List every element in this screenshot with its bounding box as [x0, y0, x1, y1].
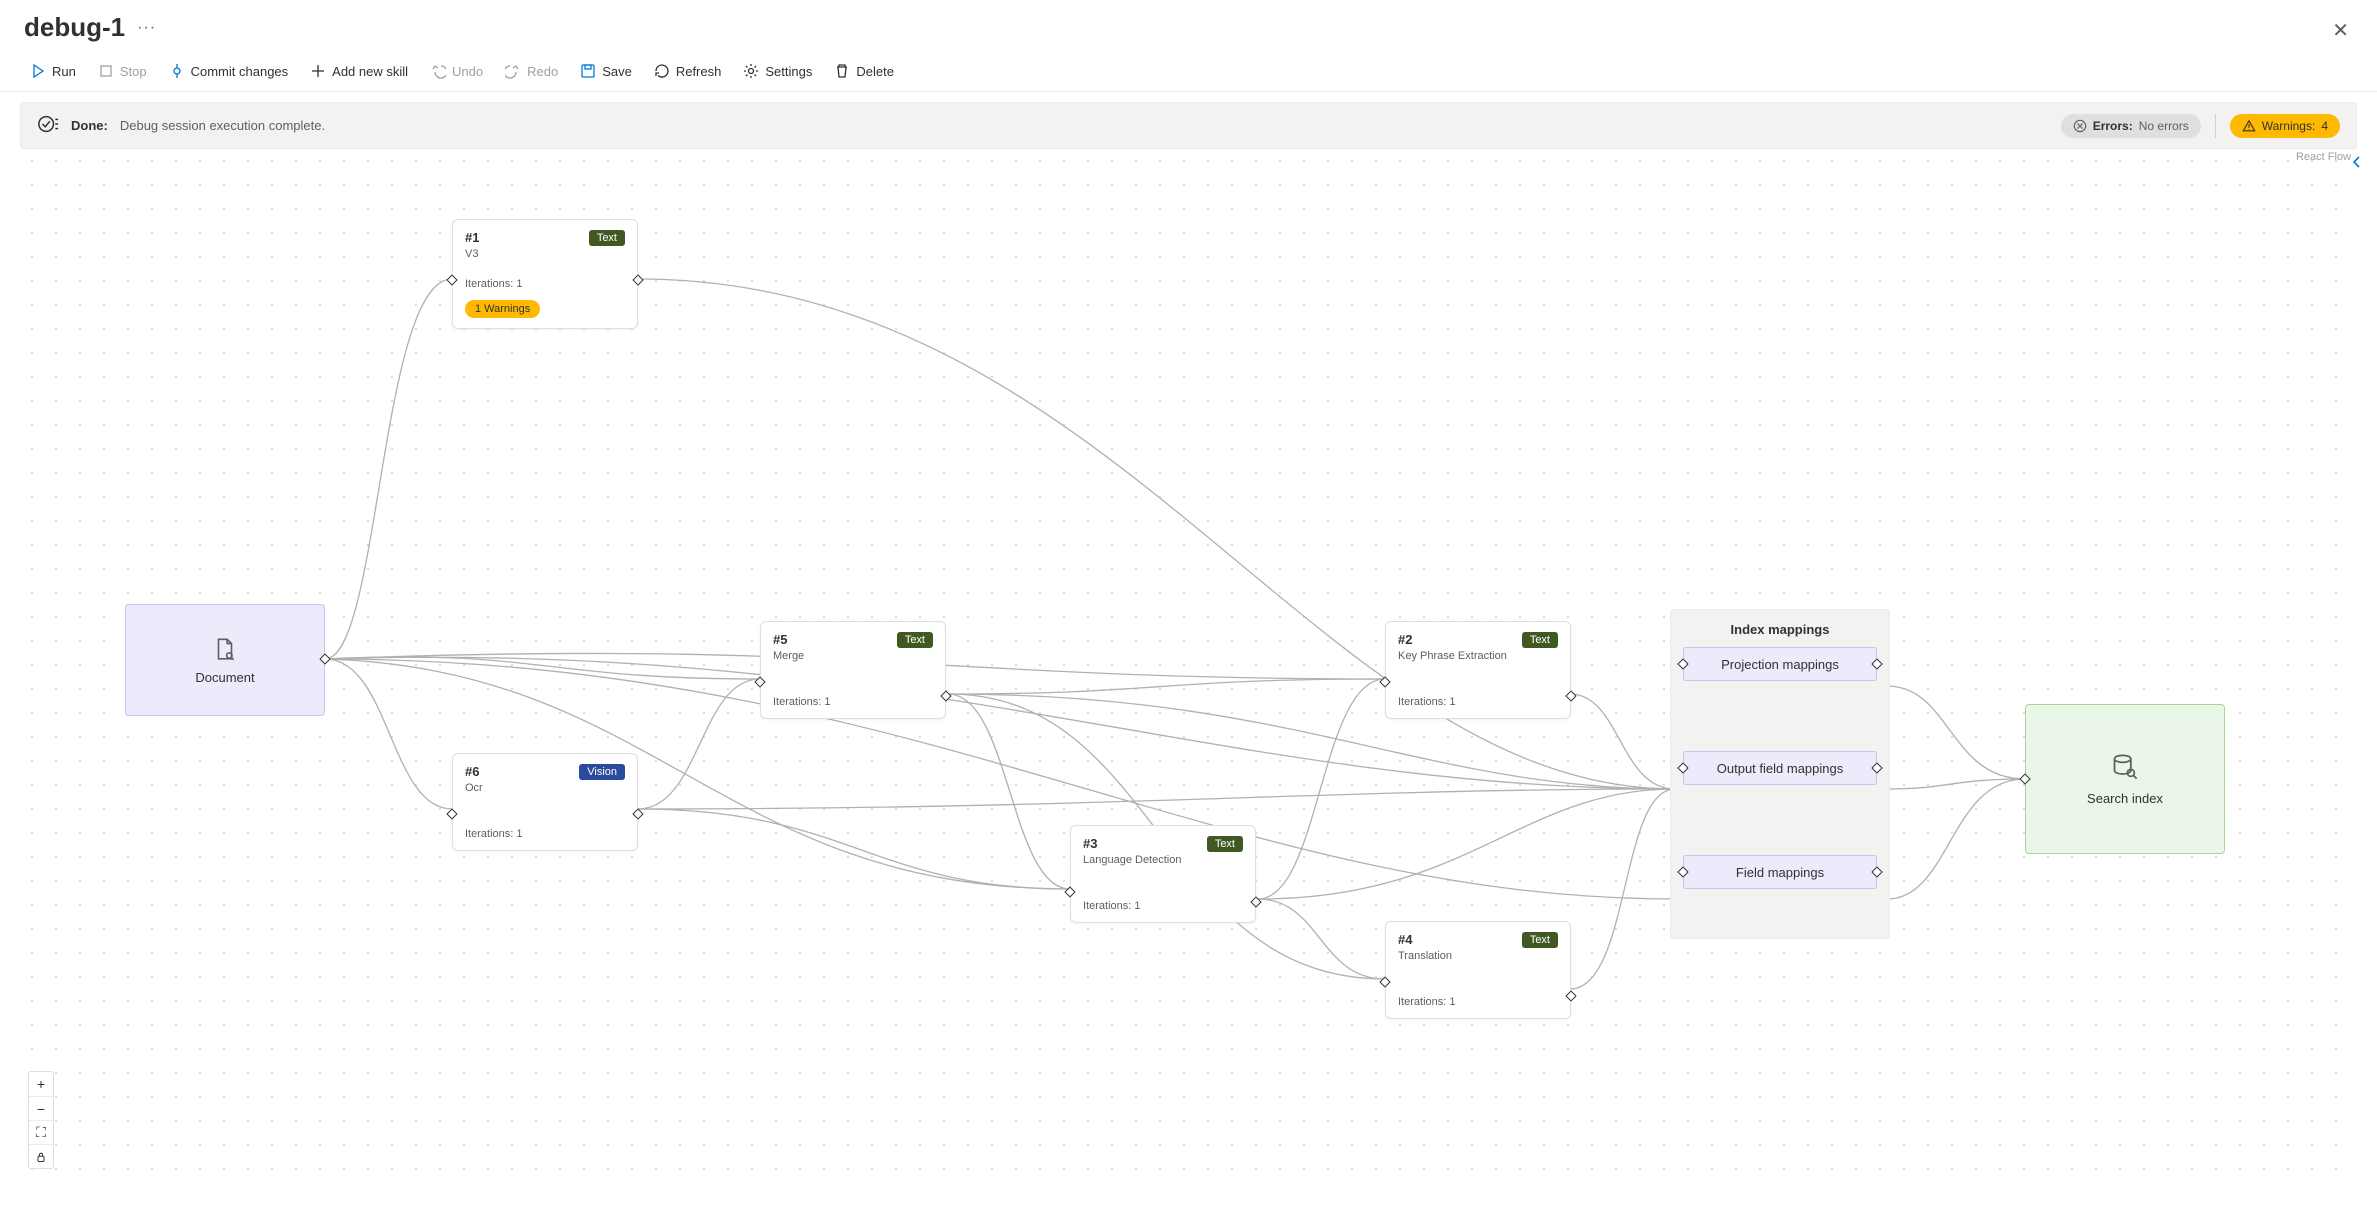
more-icon[interactable]: ··· [137, 19, 156, 37]
zoom-in-button[interactable]: + [29, 1072, 53, 1096]
trash-icon [834, 63, 850, 79]
warning-icon [2242, 119, 2256, 133]
badge-text: Text [589, 230, 625, 246]
save-button[interactable]: Save [570, 57, 642, 85]
flow-canvas[interactable]: React Flow [20, 149, 2357, 1179]
commit-button[interactable]: Commit changes [159, 57, 299, 85]
node-warning-badge: 1 Warnings [465, 300, 540, 318]
skill-node-6[interactable]: #6 Vision Ocr Iterations: 1 [452, 753, 638, 851]
redo-icon [505, 63, 521, 79]
document-icon [212, 636, 238, 662]
stop-icon [98, 63, 114, 79]
port-out[interactable] [319, 653, 330, 664]
zoom-out-button[interactable]: − [29, 1096, 53, 1120]
stop-button[interactable]: Stop [88, 57, 157, 85]
close-icon[interactable]: ✕ [2332, 18, 2349, 43]
settings-button[interactable]: Settings [733, 57, 822, 85]
field-mappings-node[interactable]: Field mappings [1683, 855, 1877, 889]
attribution: React Flow [2296, 151, 2351, 163]
refresh-button[interactable]: Refresh [644, 57, 732, 85]
badge-text: Text [1207, 836, 1243, 852]
document-node[interactable]: Document [125, 604, 325, 716]
port-out[interactable] [1871, 866, 1882, 877]
error-icon [2073, 119, 2087, 133]
add-skill-button[interactable]: Add new skill [300, 57, 418, 85]
skill-node-5[interactable]: #5 Text Merge Iterations: 1 [760, 621, 946, 719]
port-out[interactable] [1871, 762, 1882, 773]
port-in[interactable] [1677, 762, 1688, 773]
canvas-controls: + − ⛶ [28, 1071, 54, 1169]
pill-divider [2215, 114, 2216, 138]
play-icon [30, 63, 46, 79]
status-message: Debug session execution complete. [120, 118, 325, 133]
toolbar: Run Stop Commit changes Add new skill Un… [0, 51, 2377, 92]
index-mappings-group: Index mappings Projection mappings Outpu… [1670, 609, 1890, 939]
refresh-icon [654, 63, 670, 79]
fit-view-button[interactable]: ⛶ [29, 1120, 53, 1144]
skill-node-3[interactable]: #3 Text Language Detection Iterations: 1 [1070, 825, 1256, 923]
output-field-mappings-node[interactable]: Output field mappings [1683, 751, 1877, 785]
done-icon [37, 113, 59, 138]
undo-icon [430, 63, 446, 79]
save-icon [580, 63, 596, 79]
mappings-title: Index mappings [1683, 622, 1877, 637]
badge-vision: Vision [579, 764, 625, 780]
warnings-pill[interactable]: Warnings: 4 [2230, 114, 2340, 138]
search-index-label: Search index [2087, 791, 2163, 806]
port-in[interactable] [2019, 773, 2030, 784]
skill-node-4[interactable]: #4 Text Translation Iterations: 1 [1385, 921, 1571, 1019]
port-in[interactable] [1677, 866, 1688, 877]
edges [20, 149, 2357, 1179]
status-label: Done: [71, 118, 108, 133]
page-title: debug-1 [24, 12, 125, 43]
plus-icon [310, 63, 326, 79]
undo-button[interactable]: Undo [420, 57, 493, 85]
search-index-node[interactable]: Search index [2025, 704, 2225, 854]
skill-node-2[interactable]: #2 Text Key Phrase Extraction Iterations… [1385, 621, 1571, 719]
projection-mappings-node[interactable]: Projection mappings [1683, 647, 1877, 681]
errors-pill[interactable]: Errors: No errors [2061, 114, 2201, 138]
badge-text: Text [897, 632, 933, 648]
database-search-icon [2111, 753, 2139, 781]
badge-text: Text [1522, 932, 1558, 948]
commit-icon [169, 63, 185, 79]
port-out[interactable] [1871, 658, 1882, 669]
gear-icon [743, 63, 759, 79]
lock-icon [35, 1151, 47, 1163]
port-in[interactable] [1677, 658, 1688, 669]
skill-node-1[interactable]: #1 Text V3 Iterations: 1 1 Warnings [452, 219, 638, 329]
document-label: Document [195, 670, 254, 685]
redo-button[interactable]: Redo [495, 57, 568, 85]
status-bar: Done: Debug session execution complete. … [20, 102, 2357, 149]
run-button[interactable]: Run [20, 57, 86, 85]
lock-button[interactable] [29, 1144, 53, 1168]
badge-text: Text [1522, 632, 1558, 648]
delete-button[interactable]: Delete [824, 57, 904, 85]
